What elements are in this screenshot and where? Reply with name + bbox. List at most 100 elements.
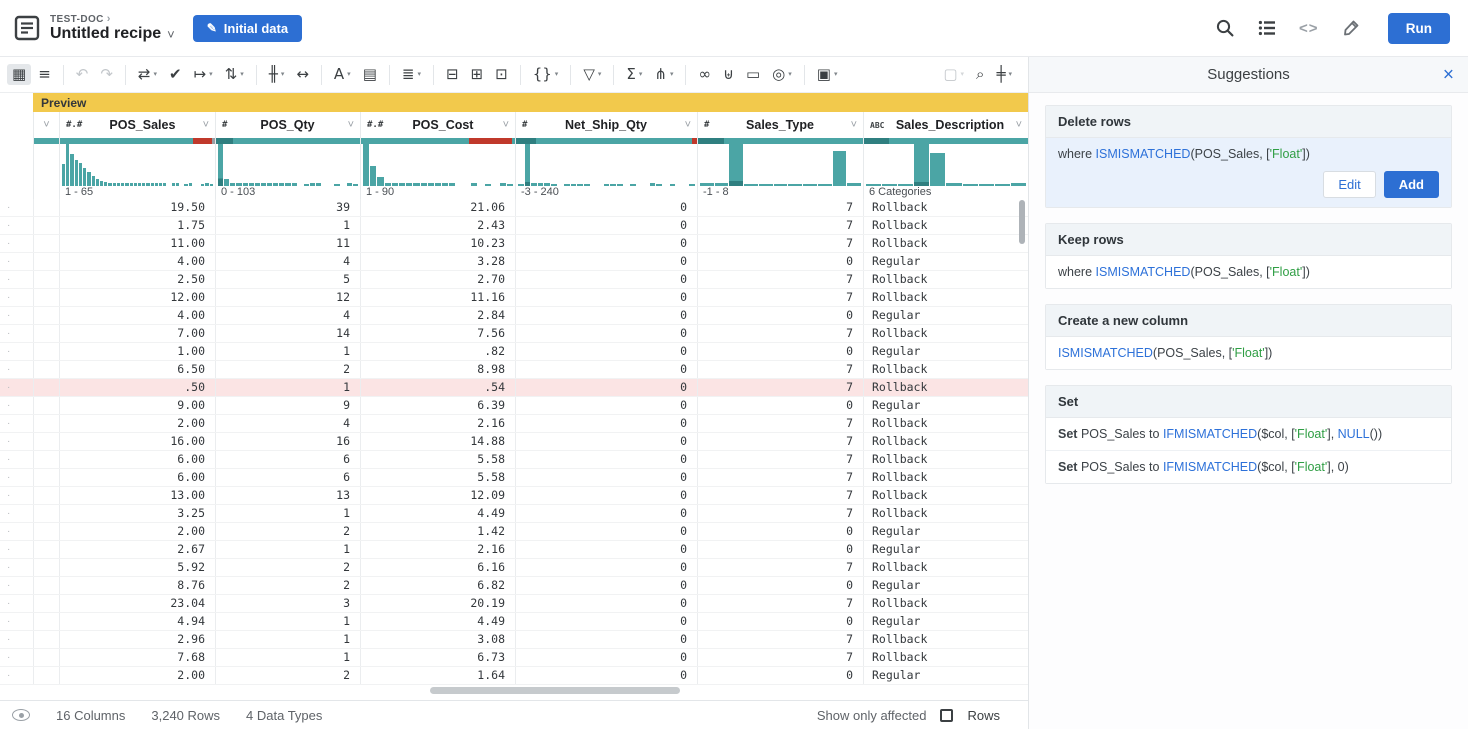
- table-shift-icon[interactable]: ⊟: [441, 64, 464, 85]
- cell-Sales_Description[interactable]: Regular: [863, 307, 1028, 324]
- cell-POS_Cost[interactable]: 21.06: [360, 199, 515, 216]
- chevron-down-icon[interactable]: ˅: [203, 119, 209, 131]
- cell-POS_Qty[interactable]: 1: [215, 541, 360, 558]
- row-selector-cell[interactable]: [33, 577, 59, 594]
- cell-POS_Qty[interactable]: 9: [215, 397, 360, 414]
- cell-POS_Qty[interactable]: 4: [215, 307, 360, 324]
- cell-Sales_Type[interactable]: 7: [697, 631, 863, 648]
- union-icon[interactable]: ⊎: [718, 64, 739, 85]
- cell-Net_Ship_Qty[interactable]: 0: [515, 235, 697, 252]
- cell-POS_Qty[interactable]: 2: [215, 667, 360, 684]
- table-row[interactable]: ·1.001.8200Regular: [0, 343, 1028, 361]
- cell-Net_Ship_Qty[interactable]: 0: [515, 613, 697, 630]
- cell-POS_Qty[interactable]: 39: [215, 199, 360, 216]
- row-selector-cell[interactable]: [33, 649, 59, 666]
- cell-Sales_Type[interactable]: 7: [697, 325, 863, 342]
- cell-POS_Cost[interactable]: 6.82: [360, 577, 515, 594]
- cell-Net_Ship_Qty[interactable]: 0: [515, 253, 697, 270]
- cell-Net_Ship_Qty[interactable]: 0: [515, 523, 697, 540]
- cell-Net_Ship_Qty[interactable]: 0: [515, 343, 697, 360]
- histogram-Net_Ship_Qty[interactable]: [515, 144, 697, 186]
- cell-POS_Qty[interactable]: 14: [215, 325, 360, 342]
- cell-Sales_Type[interactable]: 7: [697, 469, 863, 486]
- run-button[interactable]: Run: [1388, 13, 1450, 44]
- cell-POS_Cost[interactable]: 5.58: [360, 469, 515, 486]
- cell-POS_Qty[interactable]: 1: [215, 379, 360, 396]
- row-selector-cell[interactable]: [33, 199, 59, 216]
- cell-POS_Cost[interactable]: 8.98: [360, 361, 515, 378]
- cell-POS_Cost[interactable]: 20.19: [360, 595, 515, 612]
- cell-POS_Qty[interactable]: 1: [215, 649, 360, 666]
- comment-icon[interactable]: ▭: [741, 64, 765, 85]
- initial-data-button[interactable]: ✎Initial data: [193, 15, 302, 42]
- row-selector-cell[interactable]: [33, 469, 59, 486]
- page-title[interactable]: Untitled recipe˅: [50, 25, 175, 43]
- row-selector-cell[interactable]: [33, 505, 59, 522]
- cell-Sales_Type[interactable]: 7: [697, 415, 863, 432]
- add-button[interactable]: Add: [1384, 171, 1439, 198]
- grid-view-icon[interactable]: ▦: [7, 64, 31, 85]
- cell-POS_Cost[interactable]: 4.49: [360, 505, 515, 522]
- cell-POS_Sales[interactable]: 6.50: [59, 361, 215, 378]
- table-row[interactable]: ·3.2514.4907Rollback: [0, 505, 1028, 523]
- cell-POS_Cost[interactable]: 5.58: [360, 451, 515, 468]
- cell-Net_Ship_Qty[interactable]: 0: [515, 325, 697, 342]
- cell-POS_Sales[interactable]: 2.00: [59, 667, 215, 684]
- steps-list-icon[interactable]: [1256, 17, 1278, 39]
- cell-Net_Ship_Qty[interactable]: 0: [515, 505, 697, 522]
- cell-POS_Sales[interactable]: 2.50: [59, 271, 215, 288]
- cell-POS_Qty[interactable]: 2: [215, 577, 360, 594]
- table-row[interactable]: ·4.9414.4900Regular: [0, 613, 1028, 631]
- search-icon[interactable]: [1214, 17, 1236, 39]
- table-transpose-icon[interactable]: ⊡: [490, 64, 513, 85]
- cell-POS_Qty[interactable]: 12: [215, 289, 360, 306]
- validate-values-icon[interactable]: ✔: [164, 64, 187, 85]
- cell-Net_Ship_Qty[interactable]: 0: [515, 649, 697, 666]
- cell-POS_Sales[interactable]: 2.00: [59, 523, 215, 540]
- cell-Sales_Description[interactable]: Rollback: [863, 433, 1028, 450]
- cell-Sales_Type[interactable]: 0: [697, 667, 863, 684]
- cell-POS_Cost[interactable]: 2.84: [360, 307, 515, 324]
- cell-POS_Qty[interactable]: 16: [215, 433, 360, 450]
- cell-POS_Cost[interactable]: 12.09: [360, 487, 515, 504]
- row-selector-cell[interactable]: [33, 361, 59, 378]
- cell-Sales_Type[interactable]: 7: [697, 235, 863, 252]
- cell-POS_Sales[interactable]: 4.94: [59, 613, 215, 630]
- row-selector-cell[interactable]: [33, 325, 59, 342]
- cell-Sales_Type[interactable]: 7: [697, 271, 863, 288]
- find-replace-icon[interactable]: ⇄▾: [133, 64, 162, 85]
- aggregate-icon[interactable]: Σ▾: [621, 64, 647, 85]
- row-selector-cell[interactable]: [33, 595, 59, 612]
- cell-POS_Sales[interactable]: 2.67: [59, 541, 215, 558]
- row-selector-cell[interactable]: [33, 631, 59, 648]
- cell-POS_Qty[interactable]: 13: [215, 487, 360, 504]
- cell-Sales_Type[interactable]: 7: [697, 487, 863, 504]
- code-view-icon[interactable]: <>: [1298, 17, 1320, 39]
- cell-POS_Cost[interactable]: 2.70: [360, 271, 515, 288]
- table-row[interactable]: ·1.7512.4307Rollback: [0, 217, 1028, 235]
- histogram-POS_Sales[interactable]: [59, 144, 215, 186]
- cell-Sales_Description[interactable]: Rollback: [863, 559, 1028, 576]
- cell-POS_Sales[interactable]: 6.00: [59, 469, 215, 486]
- cell-POS_Sales[interactable]: 7.68: [59, 649, 215, 666]
- cell-Sales_Type[interactable]: 0: [697, 253, 863, 270]
- cell-POS_Qty[interactable]: 3: [215, 595, 360, 612]
- column-header-POS_Cost[interactable]: #.#POS_Cost˅: [360, 112, 515, 138]
- column-header-Net_Ship_Qty[interactable]: #Net_Ship_Qty˅: [515, 112, 697, 138]
- cell-Sales_Type[interactable]: 0: [697, 523, 863, 540]
- cell-Sales_Description[interactable]: Regular: [863, 667, 1028, 684]
- table-row[interactable]: ·11.001110.2307Rollback: [0, 235, 1028, 253]
- cell-Net_Ship_Qty[interactable]: 0: [515, 361, 697, 378]
- cell-POS_Cost[interactable]: 3.28: [360, 253, 515, 270]
- inspect-step-icon[interactable]: ⌕: [971, 64, 989, 85]
- eyedropper-icon[interactable]: [1340, 17, 1362, 39]
- chevron-down-icon[interactable]: ˅: [503, 119, 509, 131]
- cell-Sales_Description[interactable]: Rollback: [863, 469, 1028, 486]
- rows-checkbox[interactable]: [940, 709, 953, 722]
- cell-POS_Sales[interactable]: 12.00: [59, 289, 215, 306]
- cell-POS_Cost[interactable]: 11.16: [360, 289, 515, 306]
- table-row[interactable]: ·2.9613.0807Rollback: [0, 631, 1028, 649]
- chevron-down-icon[interactable]: ˅: [348, 119, 354, 131]
- cell-POS_Sales[interactable]: 13.00: [59, 487, 215, 504]
- row-selector-cell[interactable]: [33, 415, 59, 432]
